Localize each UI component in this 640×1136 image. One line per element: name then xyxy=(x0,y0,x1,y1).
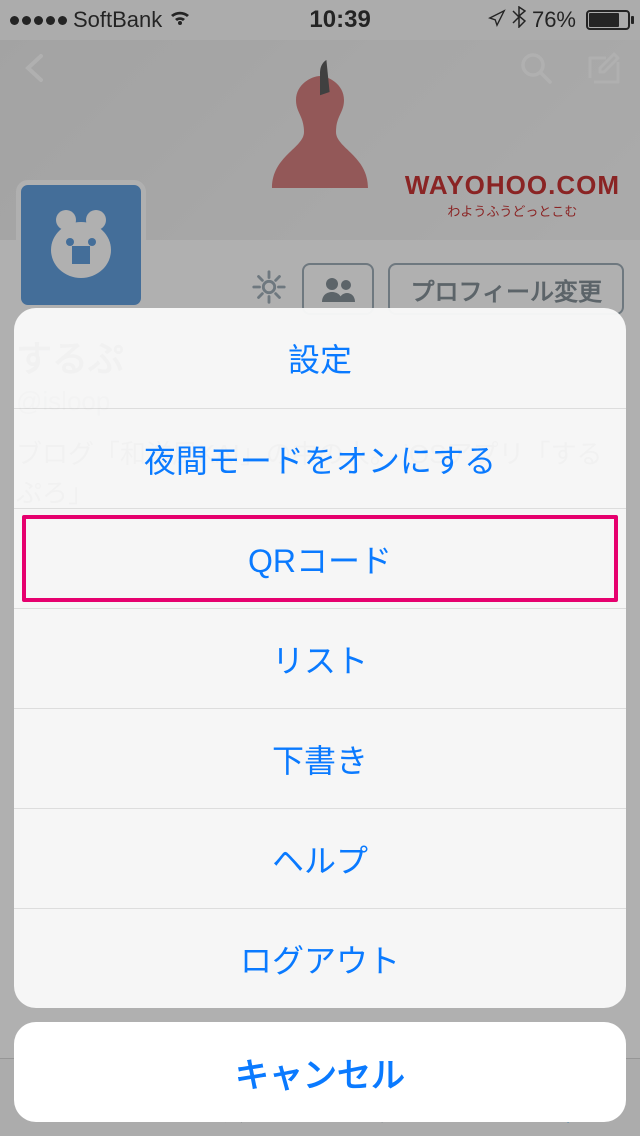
sheet-item-label: ログアウト xyxy=(240,936,400,982)
sheet-item-night-mode[interactable]: 夜間モードをオンにする xyxy=(14,408,626,508)
sheet-item-label: リスト xyxy=(272,636,368,682)
sheet-item-label: QRコード xyxy=(248,536,392,582)
sheet-item-label: 設定 xyxy=(288,335,352,381)
sheet-item-label: 夜間モードをオンにする xyxy=(144,436,496,482)
sheet-item-drafts[interactable]: 下書き xyxy=(14,708,626,808)
sheet-item-label: 下書き xyxy=(272,736,368,782)
sheet-item-qr-code[interactable]: QRコード xyxy=(14,508,626,608)
action-sheet-list: 設定 夜間モードをオンにする QRコード リスト 下書き ヘルプ ログアウト xyxy=(14,308,626,1008)
sheet-item-logout[interactable]: ログアウト xyxy=(14,908,626,1008)
cancel-button[interactable]: キャンセル xyxy=(14,1022,626,1122)
cancel-label: キャンセル xyxy=(235,1048,405,1097)
sheet-item-lists[interactable]: リスト xyxy=(14,608,626,708)
sheet-item-settings[interactable]: 設定 xyxy=(14,308,626,408)
sheet-item-label: ヘルプ xyxy=(272,836,368,882)
sheet-item-help[interactable]: ヘルプ xyxy=(14,808,626,908)
action-sheet: 設定 夜間モードをオンにする QRコード リスト 下書き ヘルプ ログアウト キ… xyxy=(14,308,626,1122)
